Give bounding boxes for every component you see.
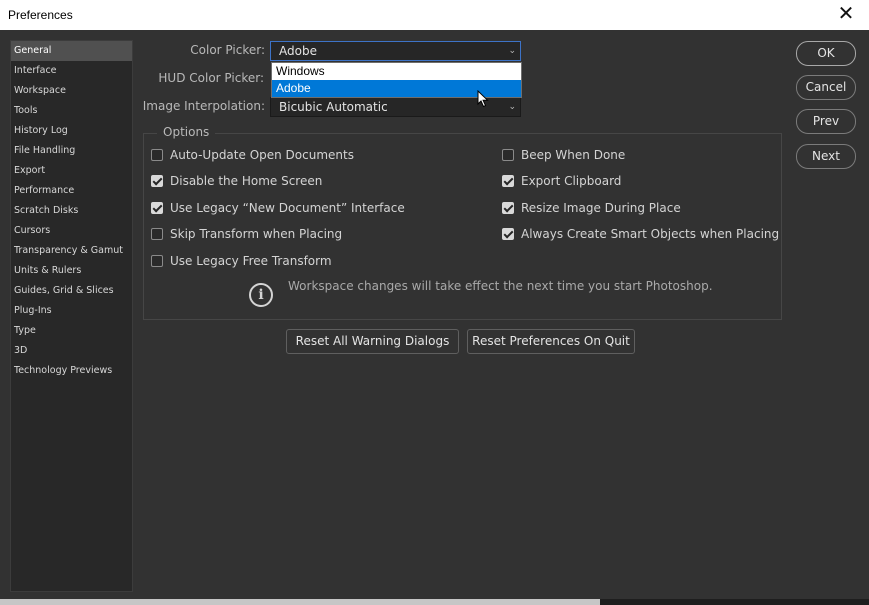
sidebar-item-3d[interactable]: 3D — [11, 341, 132, 361]
sidebar-item-type[interactable]: Type — [11, 321, 132, 341]
options-title: Options — [157, 125, 216, 139]
color-picker-label: Color Picker: — [190, 43, 265, 57]
ok-button[interactable]: OK — [796, 41, 856, 66]
sidebar-item-transparency-gamut[interactable]: Transparency & Gamut — [11, 241, 132, 261]
window-title: Preferences — [8, 8, 73, 22]
chevron-down-icon: ⌄ — [508, 102, 516, 112]
sidebar-item-guides-grid-slices[interactable]: Guides, Grid & Slices — [11, 281, 132, 301]
workspace-info-text: Workspace changes will take effect the n… — [288, 279, 713, 293]
image-interpolation-value: Bicubic Automatic — [279, 100, 388, 114]
reset-all-warning-dialogs-button[interactable]: Reset All Warning Dialogs — [286, 329, 459, 354]
prev-button[interactable]: Prev — [796, 109, 856, 134]
sidebar-item-export[interactable]: Export — [11, 161, 132, 181]
close-icon[interactable]: ✕ — [823, 0, 869, 30]
checkbox-checked-icon — [151, 175, 163, 187]
sidebar: General Interface Workspace Tools Histor… — [10, 40, 133, 592]
preferences-dialog: General Interface Workspace Tools Histor… — [0, 30, 869, 599]
sidebar-item-general[interactable]: General — [11, 41, 132, 61]
checkbox-checked-icon — [502, 175, 514, 187]
image-interpolation-label: Image Interpolation: — [142, 99, 265, 113]
bottom-edge — [0, 599, 869, 605]
sidebar-item-performance[interactable]: Performance — [11, 181, 132, 201]
dropdown-option-windows[interactable]: Windows — [272, 63, 521, 80]
checkbox-unchecked-icon — [502, 149, 514, 161]
checkbox-checked-icon — [502, 228, 514, 240]
sidebar-item-interface[interactable]: Interface — [11, 61, 132, 81]
cancel-button[interactable]: Cancel — [796, 75, 856, 100]
checkbox-checked-icon — [502, 202, 514, 214]
checkbox-checked-icon — [151, 202, 163, 214]
sidebar-item-history-log[interactable]: History Log — [11, 121, 132, 141]
checkbox-unchecked-icon — [151, 255, 163, 267]
mouse-cursor-icon — [477, 90, 489, 108]
info-icon: i — [249, 283, 273, 307]
sidebar-item-scratch-disks[interactable]: Scratch Disks — [11, 201, 132, 221]
title-bar: Preferences ✕ — [0, 0, 869, 30]
reset-preferences-on-quit-button[interactable]: Reset Preferences On Quit — [467, 329, 635, 354]
sidebar-item-units-rulers[interactable]: Units & Rulers — [11, 261, 132, 281]
checkbox-unchecked-icon — [151, 228, 163, 240]
sidebar-item-cursors[interactable]: Cursors — [11, 221, 132, 241]
sidebar-item-file-handling[interactable]: File Handling — [11, 141, 132, 161]
hud-color-picker-label: HUD Color Picker: — [158, 71, 264, 85]
chevron-down-icon: ⌄ — [508, 46, 516, 56]
color-picker-value: Adobe — [279, 44, 317, 58]
sidebar-item-plug-ins[interactable]: Plug-Ins — [11, 301, 132, 321]
next-button[interactable]: Next — [796, 144, 856, 169]
sidebar-item-tools[interactable]: Tools — [11, 101, 132, 121]
color-picker-select[interactable]: Adobe ⌄ — [270, 41, 521, 61]
sidebar-item-workspace[interactable]: Workspace — [11, 81, 132, 101]
checkbox-unchecked-icon — [151, 149, 163, 161]
sidebar-item-technology-previews[interactable]: Technology Previews — [11, 361, 132, 381]
